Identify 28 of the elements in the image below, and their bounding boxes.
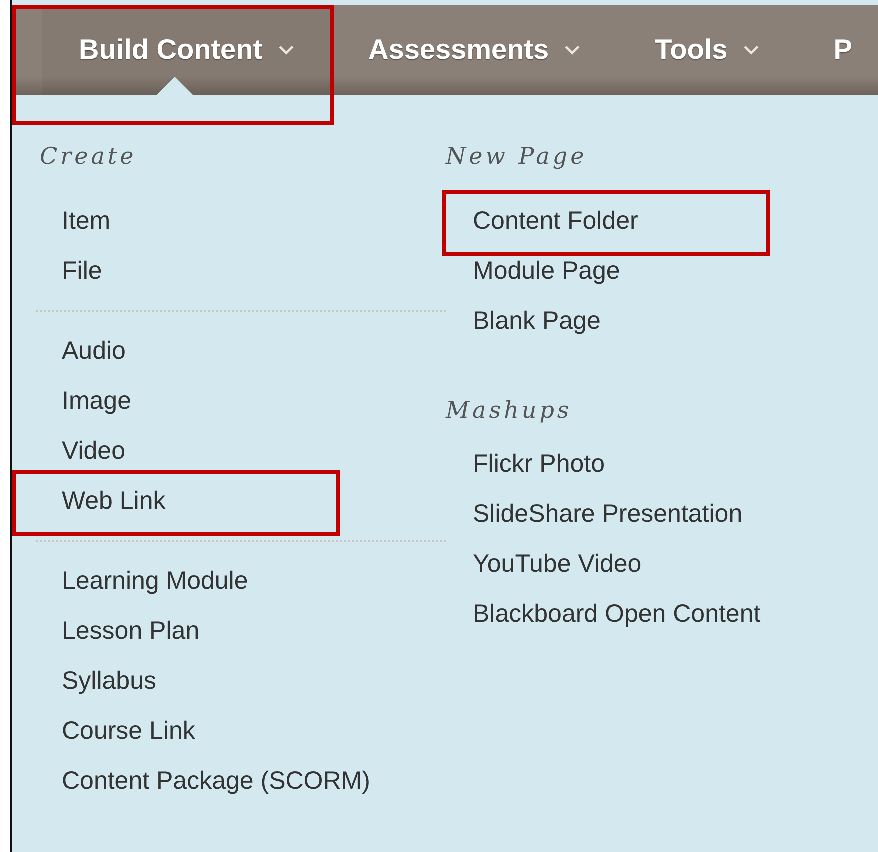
menu-item[interactable]: YouTube Video <box>446 539 766 589</box>
menu-item[interactable]: Web Link <box>16 476 336 526</box>
menu-item[interactable]: Content Folder <box>446 196 766 246</box>
chevron-down-icon <box>278 44 295 56</box>
section-heading: Mashups <box>446 397 574 426</box>
menu-item[interactable]: SlideShare Presentation <box>446 489 766 539</box>
menu-item[interactable]: Lesson Plan <box>16 606 336 656</box>
pointer-icon <box>157 77 193 95</box>
menu-item[interactable]: Learning Module <box>16 556 336 606</box>
menu-tab[interactable]: Tools <box>618 5 797 95</box>
menu-item[interactable]: Audio <box>16 326 336 376</box>
menu-item[interactable]: Item <box>16 196 336 246</box>
menu-item[interactable]: Blackboard Open Content <box>446 589 766 639</box>
section-heading: New Page <box>446 143 588 172</box>
chevron-down-icon <box>564 44 582 56</box>
menu-tab[interactable]: P <box>796 5 878 95</box>
menu-tab[interactable]: Assessments <box>332 5 618 95</box>
menu-item[interactable]: Flickr Photo <box>446 439 766 489</box>
menu-item[interactable]: Syllabus <box>16 656 336 706</box>
menu-item[interactable]: Image <box>16 376 336 426</box>
menu-item[interactable]: Video <box>16 426 336 476</box>
menu-item[interactable]: Blank Page <box>446 296 766 346</box>
section-heading: Create <box>39 143 138 172</box>
menu-item[interactable]: Course Link <box>16 706 336 756</box>
menu-item[interactable]: File <box>16 246 336 296</box>
menu-item[interactable]: Content Package (SCORM) <box>16 756 370 806</box>
chevron-down-icon <box>742 44 760 56</box>
menu-item[interactable]: Module Page <box>446 246 766 296</box>
